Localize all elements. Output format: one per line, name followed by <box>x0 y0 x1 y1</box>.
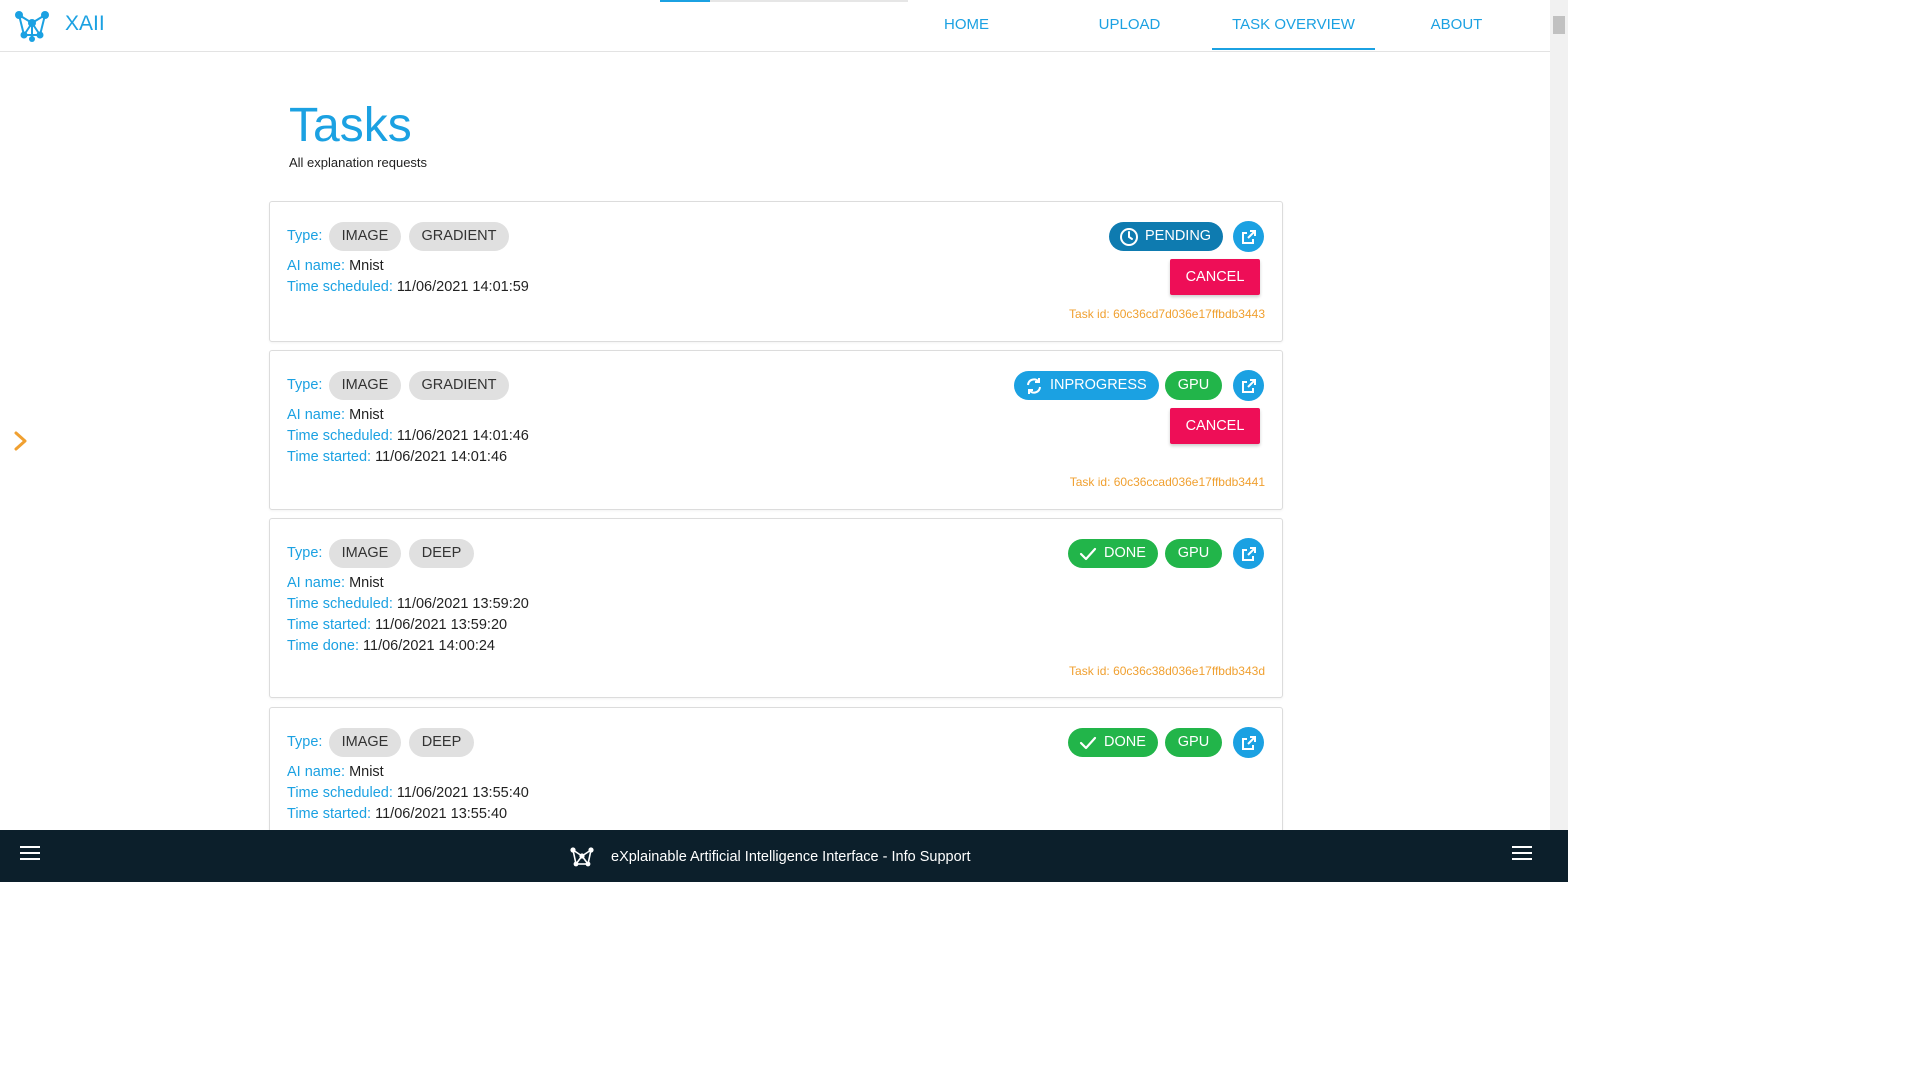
network-logo-icon <box>570 847 594 867</box>
time-scheduled-value: 11/06/2021 13:59:20 <box>396 596 529 612</box>
ai-name-value: Mnist <box>349 575 384 591</box>
task-id: Task id: 60c36ccad036e17ffbdb3441 <box>1069 475 1265 489</box>
open-task-button[interactable] <box>1233 370 1264 401</box>
footer-bar: eXplainable Artificial Intelligence Inte… <box>0 830 1568 882</box>
status-label: PENDING <box>1145 228 1212 244</box>
ai-name-row: AI name: Mnist <box>287 575 384 591</box>
status-label: INPROGRESS <box>1050 377 1147 393</box>
clock-icon <box>1120 227 1138 246</box>
status-label: DONE <box>1104 545 1146 561</box>
open-task-button[interactable] <box>1233 221 1264 252</box>
page-title: Tasks <box>289 99 412 152</box>
cancel-button[interactable]: CANCEL <box>1170 408 1260 444</box>
task-card: Type: IMAGE GRADIENT AI name: Mnist Time… <box>269 350 1283 510</box>
ai-name-row: AI name: Mnist <box>287 764 384 780</box>
time-scheduled-value: 11/06/2021 13:55:40 <box>396 785 529 801</box>
time-scheduled-row: Time scheduled: 11/06/2021 13:55:40 <box>287 785 529 801</box>
nav-upload[interactable]: UPLOAD <box>1048 0 1211 49</box>
time-started-row: Time started: 11/06/2021 14:01:46 <box>287 449 508 465</box>
task-id: Task id: 60c36c38d036e17ffbdb343d <box>1069 664 1265 678</box>
status-badge: DONE <box>1068 539 1158 568</box>
scrollbar-thumb[interactable] <box>1553 16 1565 34</box>
ai-name-value: Mnist <box>349 258 384 274</box>
time-done-value: 11/06/2021 14:00:24 <box>363 638 495 654</box>
time-started-row: Time started: 11/06/2021 13:59:20 <box>287 617 508 633</box>
type-chip: DEEP <box>409 539 474 568</box>
type-chip: IMAGE <box>329 728 401 757</box>
status-badge: DONE <box>1068 728 1158 757</box>
time-scheduled-row: Time scheduled: 11/06/2021 14:01:59 <box>287 279 529 295</box>
type-label: Type: <box>287 545 323 561</box>
time-scheduled-row: Time scheduled: 11/06/2021 13:59:20 <box>287 596 529 612</box>
type-label: Type: <box>287 734 323 750</box>
hamburger-menu-icon[interactable] <box>20 846 40 866</box>
chevron-right-icon[interactable] <box>12 430 30 452</box>
open-external-icon <box>1241 546 1256 561</box>
sync-icon <box>1027 377 1041 394</box>
page-subtitle: All explanation requests <box>289 155 428 170</box>
type-chip: IMAGE <box>329 222 401 251</box>
footer-title: eXplainable Artificial Intelligence Inte… <box>611 849 971 865</box>
type-chip: IMAGE <box>329 539 401 568</box>
open-task-button[interactable] <box>1233 727 1264 758</box>
time-scheduled-row: Time scheduled: 11/06/2021 14:01:46 <box>287 428 529 444</box>
ai-name-value: Mnist <box>349 764 384 780</box>
status-label: DONE <box>1104 734 1146 750</box>
status-badge: INPROGRESS <box>1014 371 1159 400</box>
open-external-icon <box>1241 229 1256 244</box>
nav-about[interactable]: ABOUT <box>1375 0 1538 49</box>
check-icon <box>1079 547 1097 560</box>
ai-name-value: Mnist <box>349 407 384 423</box>
brand-name[interactable]: XAII <box>65 12 105 36</box>
type-chip: GRADIENT <box>409 371 509 400</box>
open-external-icon <box>1241 378 1256 393</box>
type-chip: GRADIENT <box>409 222 509 251</box>
task-id: Task id: 60c36cd7d036e17ffbdb3443 <box>1069 307 1265 321</box>
hamburger-menu-icon[interactable] <box>1512 846 1532 866</box>
task-card: Type: IMAGE GRADIENT AI name: Mnist Time… <box>269 201 1283 342</box>
cancel-button[interactable]: CANCEL <box>1170 259 1260 295</box>
status-badge: PENDING <box>1109 222 1224 251</box>
type-label: Type: <box>287 377 323 393</box>
page-scrollbar[interactable] <box>1550 0 1568 830</box>
time-done-row: Time done: 11/06/2021 14:00:24 <box>287 638 495 654</box>
ai-name-row: AI name: Mnist <box>287 258 384 274</box>
gpu-badge: GPU <box>1165 728 1222 757</box>
loading-progress-bar <box>660 0 908 2</box>
loading-progress-fill <box>660 0 710 2</box>
nav-task-overview[interactable]: TASK OVERVIEW <box>1212 0 1375 50</box>
type-label: Type: <box>287 228 323 244</box>
open-external-icon <box>1241 735 1256 750</box>
task-card: Type: IMAGE DEEP AI name: Mnist Time sch… <box>269 518 1283 698</box>
time-started-value: 11/06/2021 14:01:46 <box>375 449 508 465</box>
time-started-value: 11/06/2021 13:59:20 <box>375 617 508 633</box>
time-scheduled-value: 11/06/2021 14:01:46 <box>396 428 529 444</box>
ai-name-row: AI name: Mnist <box>287 407 384 423</box>
time-started-row: Time started: 11/06/2021 13:55:40 <box>287 806 508 822</box>
nav-home[interactable]: HOME <box>885 0 1048 49</box>
type-chip: IMAGE <box>329 371 401 400</box>
task-card: Type: IMAGE DEEP AI name: Mnist Time sch… <box>269 707 1283 849</box>
network-logo-icon[interactable] <box>14 8 50 42</box>
type-chip: DEEP <box>409 728 474 757</box>
gpu-badge: GPU <box>1165 539 1222 568</box>
time-started-value: 11/06/2021 13:55:40 <box>375 806 508 822</box>
time-scheduled-value: 11/06/2021 14:01:59 <box>396 279 529 295</box>
open-task-button[interactable] <box>1233 538 1264 569</box>
gpu-badge: GPU <box>1165 371 1222 400</box>
top-navbar: XAII HOME UPLOAD TASK OVERVIEW ABOUT <box>0 0 1550 52</box>
check-icon <box>1079 736 1097 749</box>
